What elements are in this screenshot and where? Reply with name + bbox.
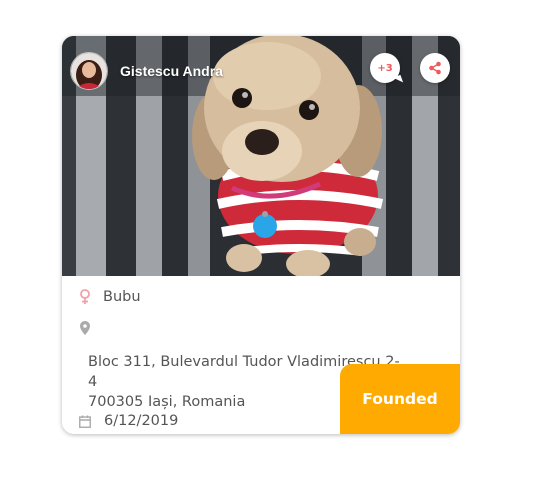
share-icon xyxy=(428,61,442,75)
share-button[interactable] xyxy=(420,53,450,83)
comments-button[interactable]: +3 xyxy=(370,53,404,86)
female-icon xyxy=(78,289,92,305)
comment-count: +3 xyxy=(377,62,393,74)
owner-avatar[interactable] xyxy=(70,52,108,90)
pet-photo[interactable]: Gistescu Andra +3 xyxy=(62,36,460,276)
calendar-icon xyxy=(78,413,92,429)
date-row: 6/12/2019 xyxy=(78,413,178,429)
location-pin-icon xyxy=(78,320,92,336)
owner-name[interactable]: Gistescu Andra xyxy=(120,63,223,79)
found-date: 6/12/2019 xyxy=(104,413,179,429)
pet-name-row: Bubu xyxy=(78,289,141,305)
status-badge: Founded xyxy=(340,364,460,434)
location-row xyxy=(78,320,92,336)
pet-card[interactable]: Gistescu Andra +3 Bubu Bloc 311, Bulevar… xyxy=(62,36,460,434)
pet-name: Bubu xyxy=(103,289,141,305)
status-label: Founded xyxy=(362,390,438,408)
